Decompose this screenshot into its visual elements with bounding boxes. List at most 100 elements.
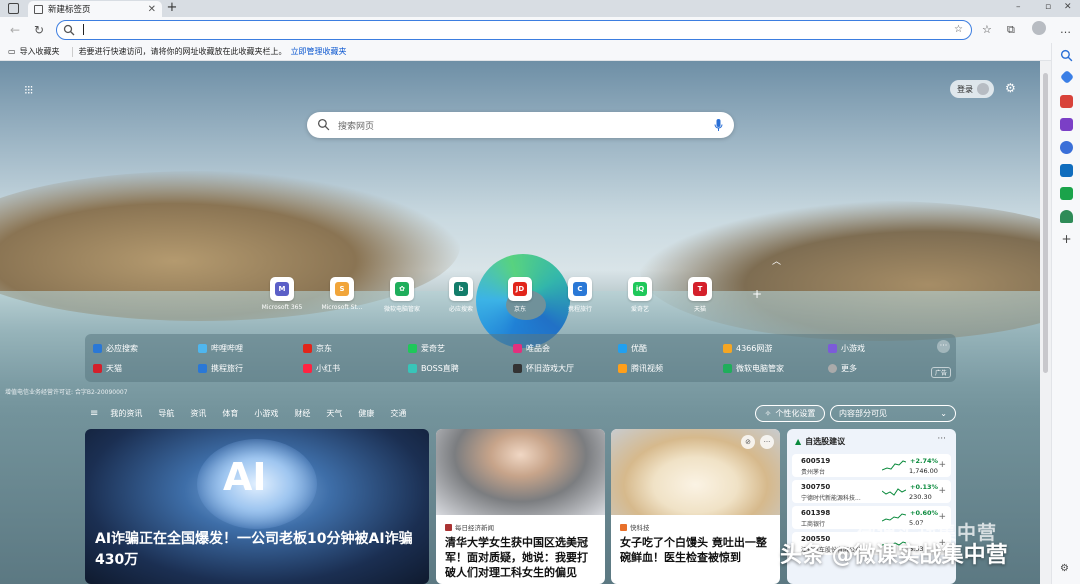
scrollbar[interactable]	[1040, 61, 1051, 584]
search-icon[interactable]	[1060, 49, 1073, 62]
service-link[interactable]: 小游戏	[828, 343, 865, 354]
service-link[interactable]: 爱奇艺	[408, 343, 445, 354]
service-link[interactable]: 微软电脑管家	[723, 363, 784, 374]
news-card[interactable]: ⊘ ··· 快科技 女子吃了个白馒头 竟吐出一整碗鲜血！医生检查被惊到	[611, 429, 780, 584]
tab-actions-icon[interactable]	[8, 3, 19, 14]
search-input[interactable]: 搜索网页	[338, 119, 374, 132]
service-link[interactable]: 唯品会	[513, 343, 550, 354]
more-icon[interactable]: ···	[760, 435, 774, 449]
app-launcher-icon[interactable]: ⁝⁝⁝	[24, 83, 34, 97]
games-icon[interactable]	[1060, 118, 1073, 131]
news-tab-games[interactable]: 小游戏	[254, 408, 278, 419]
news-tab-health[interactable]: 健康	[358, 408, 374, 419]
news-tab-news[interactable]: 资讯	[190, 408, 206, 419]
news-card[interactable]: 每日经济新闻 清华大学女生获中国区选美冠军！面对质疑，她说：我要打破人们对理工科…	[436, 429, 605, 584]
chevron-down-icon: ⌄	[940, 409, 947, 418]
tree-icon[interactable]	[1060, 210, 1073, 223]
service-link[interactable]: 4366网游	[723, 343, 772, 354]
favorite-star-icon[interactable]: ☆	[954, 24, 963, 35]
quick-link-pc-manager[interactable]: ✿ 微软电脑管家	[372, 277, 432, 313]
news-tab-navigation[interactable]: 导航	[158, 408, 174, 419]
service-link[interactable]: 京东	[303, 343, 332, 354]
sidebar-settings-icon[interactable]: ⚙	[1060, 563, 1073, 576]
stock-name: 贵州茅台	[801, 469, 826, 476]
service-link[interactable]: 必应搜索	[93, 343, 138, 354]
service-label: 怀旧游戏大厅	[526, 364, 574, 373]
close-tab-icon[interactable]: ✕	[148, 4, 156, 15]
stock-name: 宁德时代新能源科技...	[801, 495, 861, 502]
service-link[interactable]: 天猫	[93, 363, 122, 374]
service-label: 携程旅行	[211, 364, 243, 373]
service-link[interactable]: 腾讯视频	[618, 363, 663, 374]
microphone-icon[interactable]	[713, 118, 724, 132]
dislike-icon[interactable]: ⊘	[741, 435, 755, 449]
text-caret	[83, 24, 84, 35]
tmall-icon: T	[693, 282, 707, 296]
minimize-button[interactable]: –	[1016, 2, 1021, 12]
news-card-title[interactable]: 女子吃了个白馒头 竟吐出一整碗鲜血！医生检查被惊到	[620, 535, 771, 565]
add-icon[interactable]: +	[1060, 233, 1073, 246]
more-options-icon[interactable]: ···	[937, 340, 950, 353]
news-card-main[interactable]: AI AI诈骗正在全国爆发！一公司老板10分钟被AI诈骗430万	[85, 429, 429, 584]
tab-new-tab[interactable]: 新建标签页 ✕	[28, 1, 162, 17]
quick-link-bing[interactable]: b 必应搜索	[431, 277, 491, 313]
quick-link-microsoft-365[interactable]: M Microsoft 365	[252, 277, 312, 311]
manage-favorites-link[interactable]: 立即管理收藏夹	[291, 46, 347, 57]
add-stock-icon[interactable]: +	[938, 460, 946, 470]
news-tab-traffic[interactable]: 交通	[390, 408, 406, 419]
more-icon[interactable]: …	[1060, 23, 1071, 36]
service-label: 优酷	[631, 344, 647, 353]
quick-link-microsoft-store[interactable]: S Microsoft St...	[312, 277, 372, 311]
service-link[interactable]: 哔哩哔哩	[198, 343, 243, 354]
favorites-icon[interactable]: ☆	[982, 23, 992, 36]
gear-icon[interactable]: ⚙	[1005, 81, 1016, 95]
news-tab-weather[interactable]: 天气	[326, 408, 342, 419]
service-link[interactable]: 小红书	[303, 363, 340, 374]
outlook-icon[interactable]	[1060, 164, 1073, 177]
collections-icon[interactable]: ⧉	[1007, 23, 1015, 37]
back-icon[interactable]: ←	[10, 23, 20, 37]
profile-avatar[interactable]	[1032, 21, 1046, 35]
news-tab-sports[interactable]: 体育	[222, 408, 238, 419]
maximize-button[interactable]: ▫	[1045, 2, 1051, 12]
news-tab-my-feed[interactable]: 我的资讯	[110, 408, 142, 419]
search-box[interactable]: 搜索网页	[307, 112, 734, 138]
quick-link-tmall[interactable]: T 天猫	[670, 277, 730, 313]
drop-icon[interactable]	[1060, 187, 1073, 200]
close-window-button[interactable]: ✕	[1064, 2, 1072, 12]
login-button[interactable]: 登录	[950, 80, 994, 98]
refresh-icon[interactable]: ↻	[34, 23, 44, 37]
new-tab-button[interactable]: +	[165, 1, 179, 15]
tools-icon[interactable]	[1060, 95, 1073, 108]
service-icon	[93, 344, 102, 353]
service-link[interactable]: BOSS直聘	[408, 363, 459, 374]
microsoft-365-icon[interactable]	[1060, 141, 1073, 154]
service-label: 爱奇艺	[421, 344, 445, 353]
news-tab-finance[interactable]: 财经	[294, 408, 310, 419]
import-favorites-button[interactable]: ▭ 导入收藏夹	[8, 46, 60, 57]
stock-row[interactable]: 600519 贵州茅台 +2.74% 1,746.00 +	[792, 454, 951, 477]
scrollbar-thumb[interactable]	[1043, 73, 1048, 373]
service-link[interactable]: 携程旅行	[198, 363, 243, 374]
quick-link-jd[interactable]: JD 京东	[490, 277, 550, 313]
news-card-title[interactable]: 清华大学女生获中国区选美冠军！面对质疑，她说：我要打破人们对理工科女生的偏见	[445, 535, 596, 580]
quick-link-ctrip[interactable]: C 携程旅行	[550, 277, 610, 313]
service-icon	[198, 344, 207, 353]
menu-icon[interactable]: ≡	[90, 408, 98, 419]
quick-link-iqiyi[interactable]: iQ 爱奇艺	[610, 277, 670, 313]
content-visibility-select[interactable]: 内容部分可见 ⌄	[830, 405, 956, 422]
microsoft-365-icon: M	[275, 282, 289, 296]
add-quick-link-icon[interactable]: +	[752, 287, 762, 301]
service-link-more[interactable]: 更多	[828, 363, 857, 374]
news-card-title[interactable]: AI诈骗正在全国爆发！一公司老板10分钟被AI诈骗430万	[95, 529, 419, 571]
service-link[interactable]: 优酷	[618, 343, 647, 354]
address-bar[interactable]: ☆	[56, 20, 972, 40]
more-icon[interactable]: ···	[937, 434, 946, 444]
shopping-tag-icon[interactable]	[1059, 69, 1075, 85]
service-icon	[828, 344, 837, 353]
service-link[interactable]: 怀旧游戏大厅	[513, 363, 574, 374]
personalize-button[interactable]: ✧ 个性化设置	[755, 405, 825, 422]
chevron-up-icon[interactable]: ︿	[772, 254, 781, 267]
add-stock-icon[interactable]: +	[938, 486, 946, 496]
stock-row[interactable]: 300750 宁德时代新能源科技... +0.13% 230.30 +	[792, 480, 951, 503]
